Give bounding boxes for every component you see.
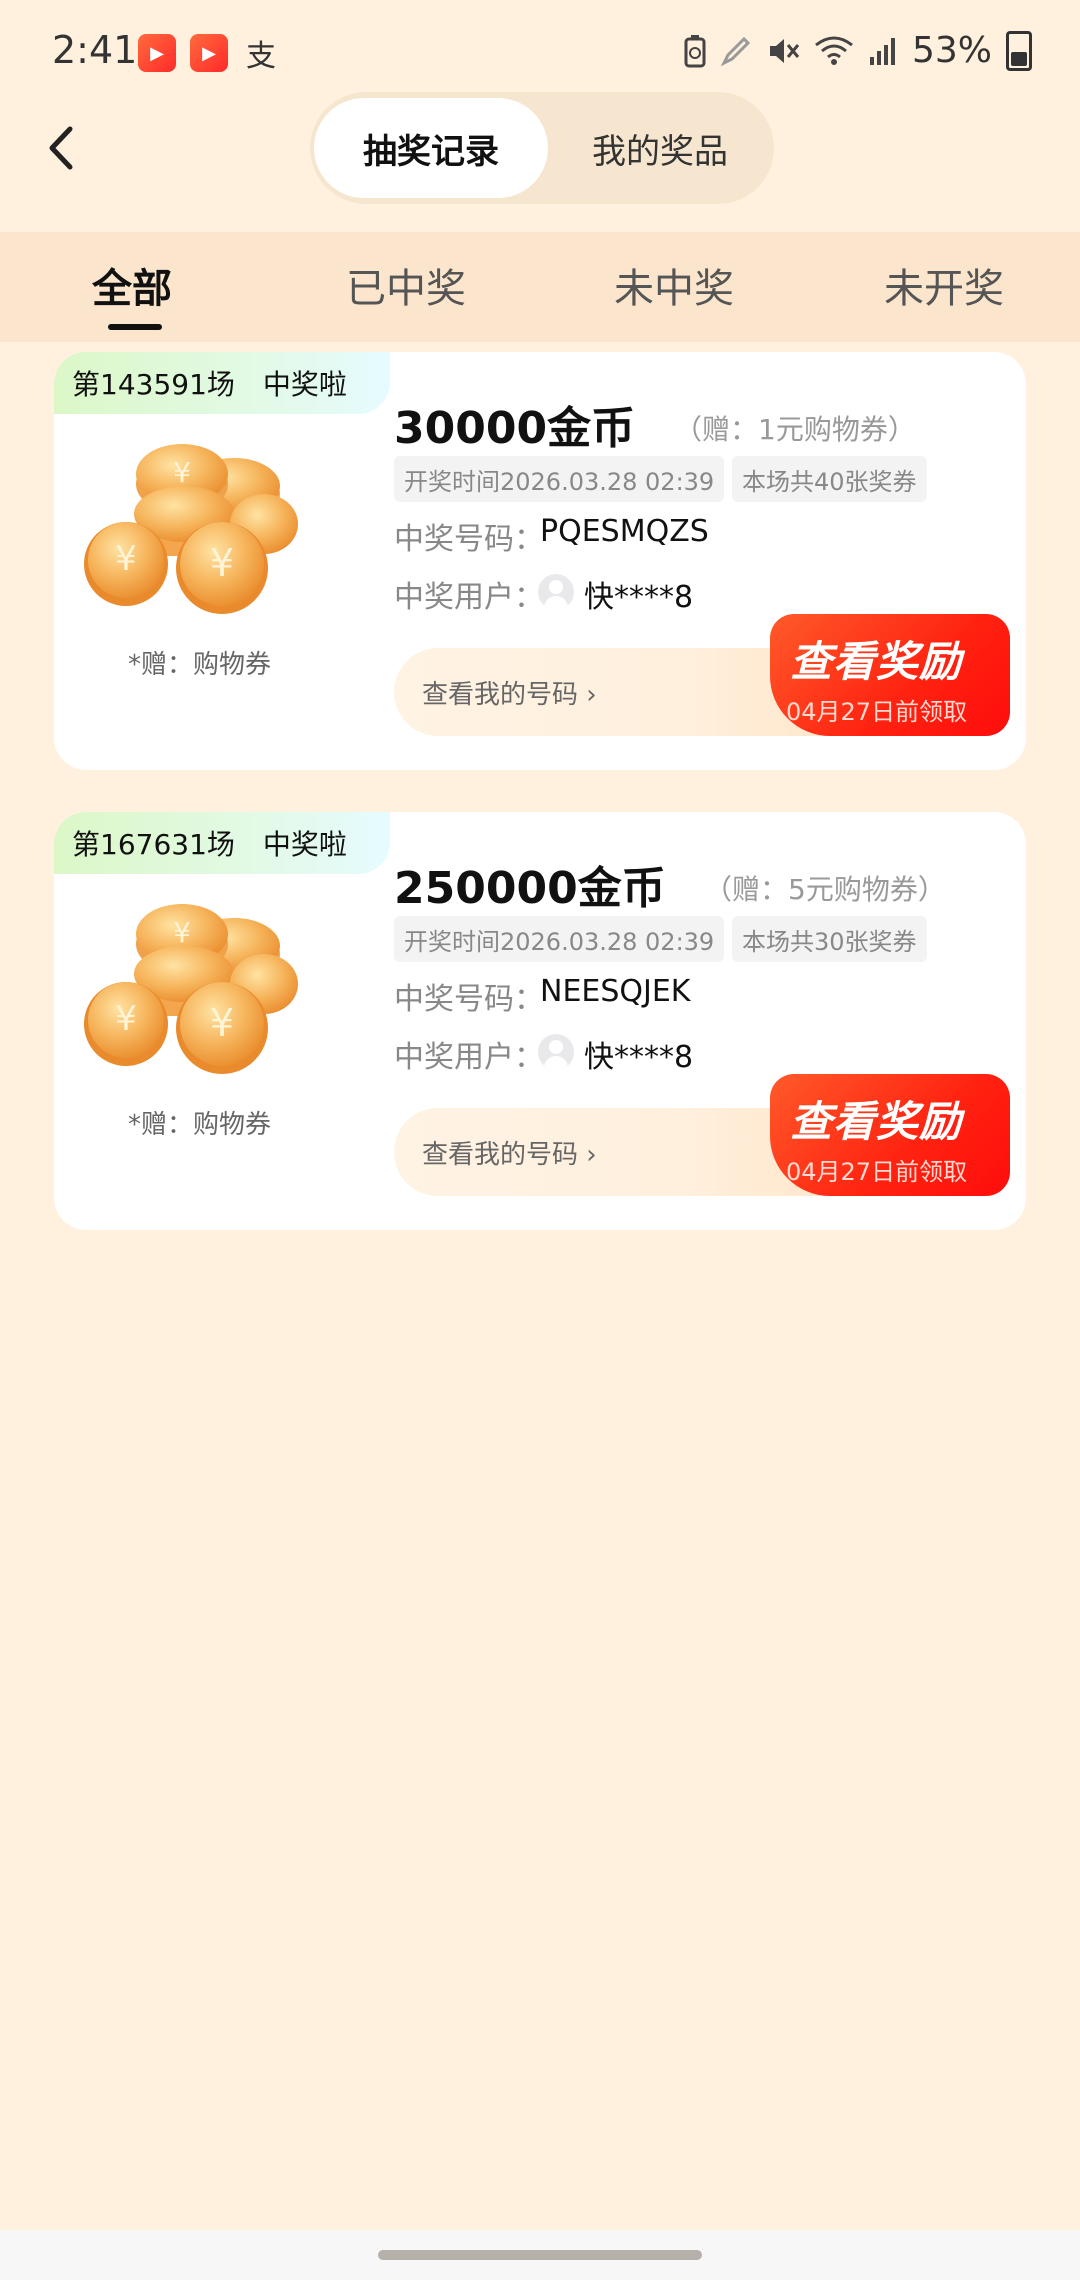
winning-number: PQESMQZS <box>540 514 709 549</box>
header: 抽奖记录 我的奖品 <box>0 88 1080 208</box>
prize-bonus: （赠：1元购物券） <box>674 413 916 446</box>
user-avatar <box>538 1034 574 1070</box>
winning-user-label: 中奖用户： <box>394 1040 544 1075</box>
winning-number-label: 中奖号码： <box>394 982 544 1017</box>
winning-number: NEESQJEK <box>540 974 691 1009</box>
view-reward-label: 查看奖励 <box>790 637 963 686</box>
view-reward-button[interactable]: 查看奖励 04月27日前领取 <box>770 1074 1010 1196</box>
status-bar: 2:41 ▶ ▶ 支 53% <box>0 0 1080 100</box>
winning-user: 快****8 <box>584 1040 694 1075</box>
kuaishou-app-icon: ▶ <box>190 34 228 72</box>
prize-bonus: （赠：5元购物券） <box>704 873 946 906</box>
back-button[interactable] <box>40 120 80 176</box>
chevron-left-icon <box>49 126 73 170</box>
gold-coins-icon: ¥ ¥ ¥ <box>84 904 298 1074</box>
tab-all[interactable]: 全部 <box>92 256 172 314</box>
lottery-record-card[interactable]: 第143591场 中奖啦 ¥ ¥ ¥ *赠：购物券 30000金币 （赠：1元购… <box>54 352 1026 770</box>
prize-amount: 250000金币 <box>394 863 666 914</box>
claim-deadline: 04月27日前领取 <box>786 1158 968 1186</box>
notification-icons: ▶ ▶ 支 <box>138 34 280 74</box>
home-indicator[interactable] <box>378 2250 702 2260</box>
gold-coins-icon: ¥ ¥ ¥ <box>84 444 298 614</box>
edit-pen-icon <box>720 35 752 67</box>
round-badge: 第143591场 中奖啦 <box>54 352 390 414</box>
view-my-numbers-label: 查看我的号码 › <box>422 1139 597 1170</box>
winning-number-label: 中奖号码： <box>394 522 544 557</box>
gift-note: *赠：购物券 <box>128 650 272 680</box>
claim-deadline: 04月27日前领取 <box>786 698 968 726</box>
svg-text:¥: ¥ <box>210 541 234 585</box>
view-my-numbers-label: 查看我的号码 › <box>422 679 597 710</box>
round-number: 第167631场 <box>72 828 235 861</box>
wifi-icon <box>814 35 854 67</box>
mute-icon <box>766 35 800 67</box>
winning-user: 快****8 <box>584 580 694 615</box>
kuaishou-app-icon: ▶ <box>138 34 176 72</box>
round-badge: 第167631场 中奖啦 <box>54 812 390 874</box>
system-icons: 53% <box>684 30 1032 71</box>
ticket-count-tag: 本场共30张奖券 <box>732 916 927 962</box>
segment-draw-records[interactable]: 抽奖记录 <box>314 98 548 198</box>
lottery-record-card[interactable]: 第167631场 中奖啦 ¥ ¥ ¥ *赠：购物券 250000金币 （赠：5元… <box>54 812 1026 1230</box>
battery-icon <box>1006 30 1032 71</box>
tab-not-drawn[interactable]: 未开奖 <box>884 256 1004 314</box>
battery-saver-icon <box>684 34 706 68</box>
segmented-control: 抽奖记录 我的奖品 <box>310 92 774 204</box>
segment-my-prizes[interactable]: 我的奖品 <box>550 98 770 198</box>
draw-time-tag: 开奖时间2026.03.28 02:39 <box>394 456 725 502</box>
filter-tabs: 全部 已中奖 未中奖 未开奖 <box>0 232 1080 342</box>
round-number: 第143591场 <box>72 368 235 401</box>
win-status: 中奖啦 <box>262 828 347 861</box>
status-time: 2:41 <box>52 28 138 72</box>
prize-amount: 30000金币 <box>394 403 636 454</box>
winning-user-label: 中奖用户： <box>394 580 544 615</box>
svg-text:¥: ¥ <box>210 1001 234 1045</box>
alipay-icon: 支 <box>246 39 276 74</box>
battery-percent: 53% <box>911 30 992 71</box>
signal-icon <box>868 35 898 67</box>
svg-text:¥: ¥ <box>173 456 191 489</box>
ticket-count-tag: 本场共40张奖券 <box>732 456 927 502</box>
gift-note: *赠：购物券 <box>128 1110 272 1140</box>
tab-not-won[interactable]: 未中奖 <box>614 256 734 314</box>
svg-text:¥: ¥ <box>115 539 137 579</box>
draw-time-tag: 开奖时间2026.03.28 02:39 <box>394 916 725 962</box>
view-reward-label: 查看奖励 <box>790 1097 963 1146</box>
view-reward-button[interactable]: 查看奖励 04月27日前领取 <box>770 614 1010 736</box>
tab-won[interactable]: 已中奖 <box>346 256 466 314</box>
user-avatar <box>538 574 574 610</box>
svg-text:¥: ¥ <box>115 999 137 1039</box>
active-tab-indicator <box>108 324 162 330</box>
win-status: 中奖啦 <box>262 368 347 401</box>
svg-text:¥: ¥ <box>173 916 191 949</box>
